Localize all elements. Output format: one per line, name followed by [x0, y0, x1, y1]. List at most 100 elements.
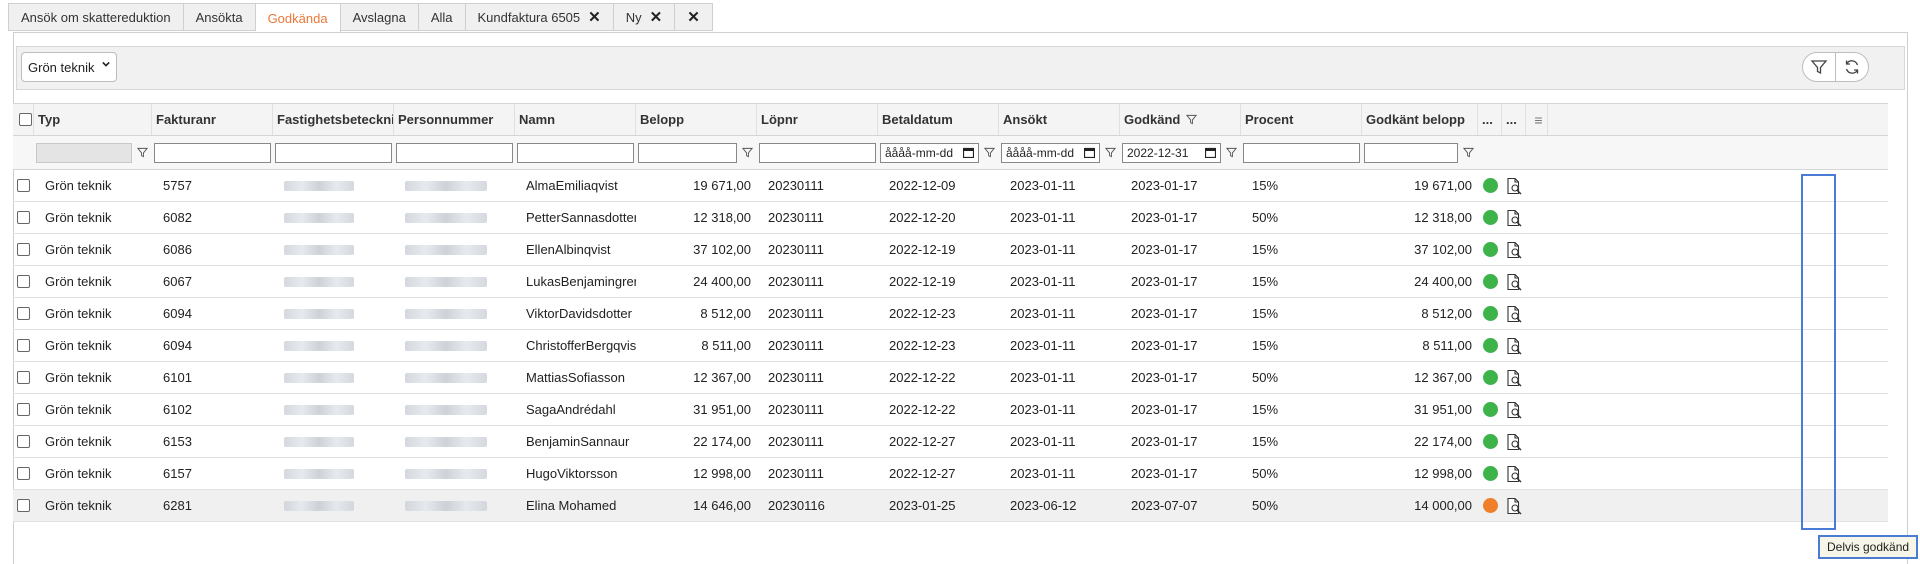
row-checkbox[interactable] — [17, 403, 30, 416]
filter-button[interactable] — [1802, 52, 1836, 82]
document-preview-icon[interactable] — [1505, 241, 1523, 259]
filter-input-godkand[interactable]: 2022-12-31 — [1122, 142, 1221, 163]
filter-input-procent[interactable] — [1243, 142, 1360, 163]
close-icon[interactable]: ✕ — [687, 8, 700, 26]
row-checkbox[interactable] — [17, 179, 30, 192]
close-icon[interactable]: ✕ — [588, 8, 601, 26]
table-row[interactable]: Grön teknik 5757 AlmaEmiliaqvist 19 671,00 2… — [13, 170, 1888, 202]
filter-input-fakturanr[interactable] — [154, 142, 271, 163]
cell-godkant_belopp: 8 512,00 — [1362, 298, 1478, 329]
funnel-icon[interactable] — [1463, 147, 1474, 158]
row-checkbox[interactable] — [17, 211, 30, 224]
header-label: Procent — [1245, 112, 1294, 127]
table-row[interactable]: Grön teknik 6094 ChristofferBergqvist 8 511… — [13, 330, 1888, 362]
header-typ[interactable]: Typ — [34, 104, 152, 135]
document-preview-icon[interactable] — [1505, 273, 1523, 291]
tab-ny[interactable]: Ny ✕ — [613, 3, 676, 31]
cell-godkand: 2023-07-07 — [1120, 490, 1241, 521]
header-chk[interactable] — [13, 104, 34, 135]
header-belopp[interactable]: Belopp — [636, 104, 757, 135]
filter-input-lopnr[interactable] — [759, 142, 876, 163]
column-menu-icon[interactable]: ≡ — [1534, 112, 1542, 128]
table-row[interactable]: Grön teknik 6102 SagaAndrédahl 31 951,00 202… — [13, 394, 1888, 426]
funnel-icon[interactable] — [137, 147, 148, 158]
tab-ansök-om-skattereduktion[interactable]: Ansök om skattereduktion — [8, 3, 184, 31]
funnel-icon[interactable] — [1186, 114, 1198, 125]
document-preview-icon[interactable] — [1505, 465, 1523, 483]
calendar-icon[interactable] — [1084, 147, 1095, 158]
table-row[interactable]: Grön teknik 6153 BenjaminSannaur 22 174,00 2… — [13, 426, 1888, 458]
funnel-icon[interactable] — [984, 147, 995, 158]
filter-input-betaldatum[interactable]: åååå-mm-dd — [880, 142, 979, 163]
filter-chk — [13, 136, 34, 169]
filter-input-personnummer[interactable] — [396, 142, 513, 163]
tab-close-all[interactable]: ✕ — [675, 3, 713, 31]
cell-typ: Grön teknik — [34, 298, 152, 329]
row-checkbox[interactable] — [17, 339, 30, 352]
header-lopnr[interactable]: Löpnr — [757, 104, 878, 135]
tab-alla[interactable]: Alla — [418, 3, 466, 31]
filter-input-godkant_belopp[interactable] — [1364, 142, 1458, 163]
row-checkbox[interactable] — [17, 467, 30, 480]
select-all-checkbox[interactable] — [18, 113, 32, 126]
header-label: Godkänd — [1124, 112, 1181, 127]
table-row[interactable]: Grön teknik 6067 LukasBenjamingren 24 400,0… — [13, 266, 1888, 298]
filter-input-belopp[interactable] — [638, 142, 737, 163]
table-row[interactable]: Grön teknik 6157 HugoViktorsson 12 998,00 20… — [13, 458, 1888, 490]
table-row[interactable]: Grön teknik 6082 PetterSannasdotter 12 318,… — [13, 202, 1888, 234]
refresh-button[interactable] — [1835, 52, 1869, 82]
document-preview-icon[interactable] — [1505, 369, 1523, 387]
header-fakturanr[interactable]: Fakturanr — [152, 104, 273, 135]
filter-input-typ[interactable] — [36, 142, 132, 163]
header-namn[interactable]: Namn — [515, 104, 636, 135]
tab-kundfaktura-6505[interactable]: Kundfaktura 6505 ✕ — [465, 3, 614, 31]
document-preview-icon[interactable] — [1505, 337, 1523, 355]
row-checkbox[interactable] — [17, 275, 30, 288]
document-preview-icon[interactable] — [1505, 177, 1523, 195]
document-preview-icon[interactable] — [1505, 497, 1523, 515]
document-preview-icon[interactable] — [1505, 305, 1523, 323]
close-icon[interactable]: ✕ — [650, 8, 663, 26]
header-godkant_belopp[interactable]: Godkänt belopp — [1362, 104, 1478, 135]
row-checkbox[interactable] — [17, 435, 30, 448]
cell-value: 8 512,00 — [700, 306, 751, 321]
table-row[interactable]: Grön teknik 6094 ViktorDavidsdotter 8 512,0… — [13, 298, 1888, 330]
tab-ansökta[interactable]: Ansökta — [183, 3, 256, 31]
cell-value: 2023-01-11 — [1010, 338, 1076, 353]
cell-chk — [13, 234, 34, 265]
filter-input-namn[interactable] — [517, 142, 634, 163]
header-ansokt[interactable]: Ansökt — [999, 104, 1120, 135]
header-fastighet[interactable]: Fastighetsbeteckning — [273, 104, 394, 135]
calendar-icon[interactable] — [963, 147, 974, 158]
table-row[interactable]: Grön teknik 6101 MattiasSofiasson 12 367,00… — [13, 362, 1888, 394]
header-extra1[interactable]: ... — [1478, 104, 1502, 135]
redacted-value — [405, 276, 487, 287]
document-preview-icon[interactable] — [1505, 401, 1523, 419]
document-preview-icon[interactable] — [1505, 209, 1523, 227]
redacted-value — [284, 372, 354, 383]
filter-input-fastighet[interactable] — [275, 142, 392, 163]
header-personnummer[interactable]: Personnummer — [394, 104, 515, 135]
filter-input-ansokt[interactable]: åååå-mm-dd — [1001, 142, 1100, 163]
tab-godkända[interactable]: Godkända — [255, 3, 341, 33]
tab-avslagna[interactable]: Avslagna — [340, 3, 419, 31]
row-checkbox[interactable] — [17, 307, 30, 320]
funnel-icon[interactable] — [1105, 147, 1116, 158]
funnel-icon[interactable] — [742, 147, 753, 158]
type-filter-select[interactable]: Grön teknik — [21, 52, 117, 82]
header-betaldatum[interactable]: Betaldatum — [878, 104, 999, 135]
calendar-icon[interactable] — [1205, 147, 1216, 158]
cell-typ: Grön teknik — [34, 362, 152, 393]
table-row[interactable]: Grön teknik 6086 EllenAlbinqvist 37 102,00 2… — [13, 234, 1888, 266]
funnel-icon[interactable] — [1226, 147, 1237, 158]
document-preview-icon[interactable] — [1505, 433, 1523, 451]
header-extra2[interactable]: ... — [1502, 104, 1526, 135]
row-checkbox[interactable] — [17, 243, 30, 256]
row-checkbox[interactable] — [17, 499, 30, 512]
header-godkand[interactable]: Godkänd — [1120, 104, 1241, 135]
table-row[interactable]: Grön teknik 6281 Elina Mohamed 14 646,00 202… — [13, 490, 1888, 522]
header-procent[interactable]: Procent — [1241, 104, 1362, 135]
cell-betaldatum: 2022-12-20 — [878, 202, 999, 233]
row-checkbox[interactable] — [17, 371, 30, 384]
cell-value: 6281 — [163, 498, 192, 513]
